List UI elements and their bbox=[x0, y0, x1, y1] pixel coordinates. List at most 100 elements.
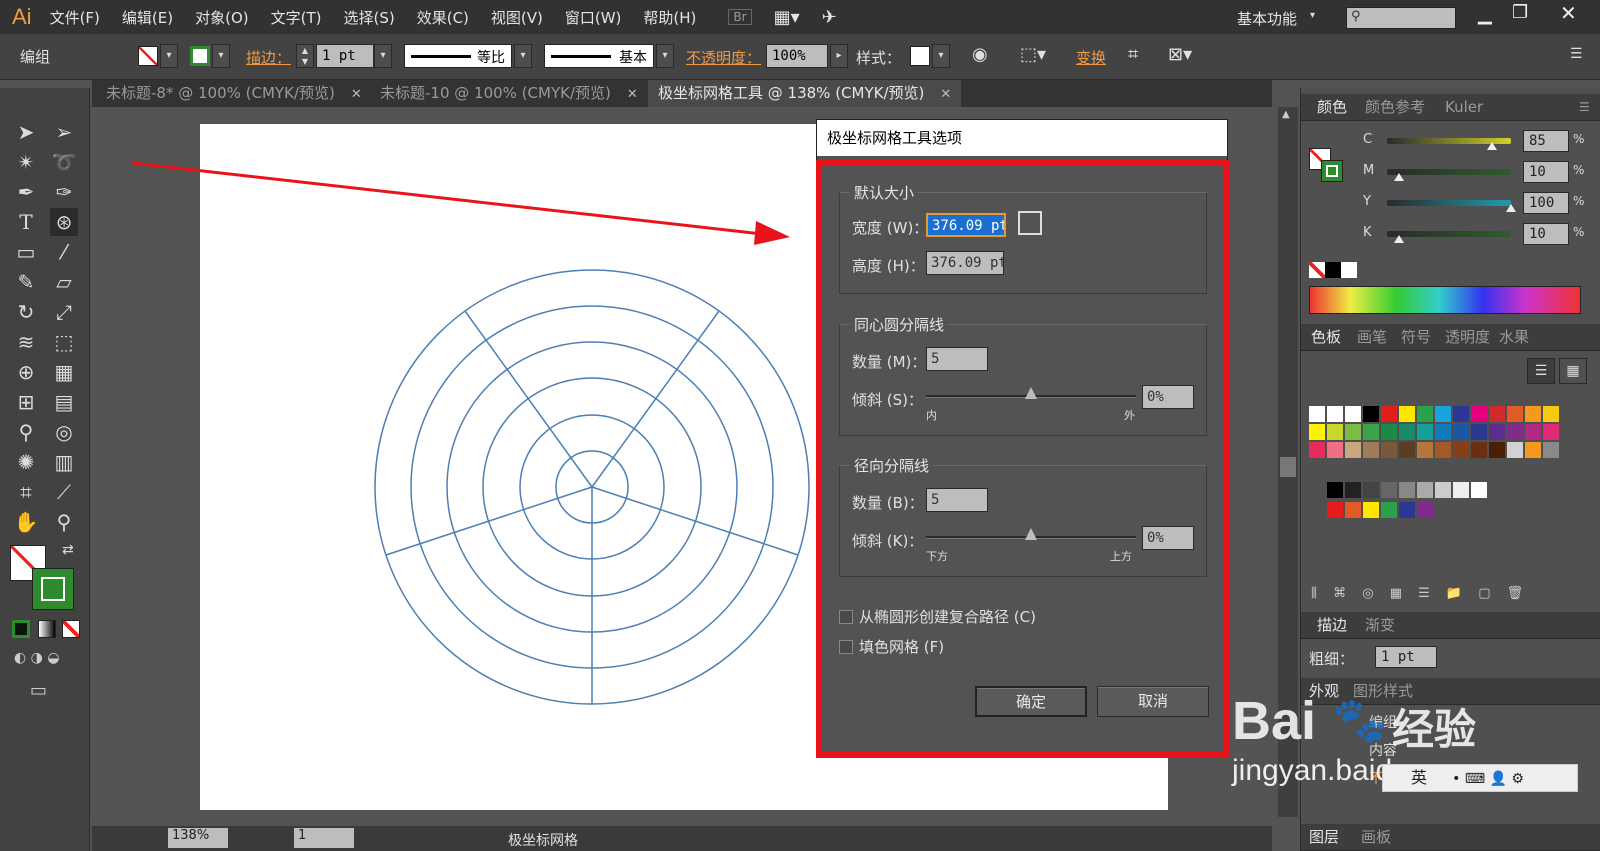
restore-icon[interactable]: ❐ bbox=[1512, 2, 1528, 23]
swatch[interactable] bbox=[1399, 442, 1415, 458]
swatch[interactable] bbox=[1435, 442, 1451, 458]
swatch[interactable] bbox=[1417, 424, 1433, 440]
swatch[interactable] bbox=[1381, 482, 1397, 498]
tab-appearance[interactable]: 外观 bbox=[1309, 678, 1339, 704]
swatch[interactable] bbox=[1453, 482, 1469, 498]
swatch[interactable] bbox=[1309, 442, 1325, 458]
tab-artboards[interactable]: 画板 bbox=[1361, 824, 1391, 850]
tab-symbols[interactable]: 符号 bbox=[1401, 324, 1431, 350]
swatch[interactable] bbox=[1327, 482, 1343, 498]
panel-menu-icon[interactable]: ☰ bbox=[1579, 94, 1590, 120]
swatch[interactable] bbox=[1489, 424, 1505, 440]
channel-thumb[interactable] bbox=[1487, 142, 1498, 150]
swatch[interactable] bbox=[1363, 406, 1379, 422]
close-icon[interactable]: ✕ bbox=[1560, 1, 1577, 25]
none-white-black-swatches[interactable] bbox=[1309, 262, 1357, 278]
swatch[interactable] bbox=[1507, 406, 1523, 422]
swatch[interactable] bbox=[1417, 442, 1433, 458]
stroke-weight-panel-field[interactable]: 1 pt bbox=[1375, 646, 1437, 668]
color-stroke-indicator[interactable] bbox=[1321, 160, 1343, 182]
channel-slider[interactable] bbox=[1387, 169, 1511, 175]
artboard-number-field[interactable]: 1 bbox=[294, 828, 354, 848]
swatch[interactable] bbox=[1453, 442, 1469, 458]
swatch[interactable] bbox=[1363, 442, 1379, 458]
swatch[interactable] bbox=[1399, 424, 1415, 440]
tab-color-guide[interactable]: 颜色参考 bbox=[1365, 94, 1425, 120]
swatch[interactable] bbox=[1543, 424, 1559, 440]
swatch[interactable] bbox=[1327, 442, 1343, 458]
swatch[interactable] bbox=[1543, 406, 1559, 422]
channel-value[interactable]: 85 bbox=[1523, 130, 1569, 152]
tab-swatches[interactable]: 色板 bbox=[1311, 324, 1341, 350]
swatch[interactable] bbox=[1525, 442, 1541, 458]
swatch[interactable] bbox=[1435, 482, 1451, 498]
channel-thumb[interactable] bbox=[1394, 173, 1405, 181]
tab-gradient[interactable]: 渐变 bbox=[1365, 612, 1395, 638]
swatch[interactable] bbox=[1345, 424, 1361, 440]
swatch[interactable] bbox=[1381, 424, 1397, 440]
list-view-icon[interactable]: ☰ bbox=[1527, 358, 1555, 384]
swatch[interactable] bbox=[1363, 482, 1379, 498]
swatch[interactable] bbox=[1399, 482, 1415, 498]
swatch[interactable] bbox=[1471, 482, 1487, 498]
swatch[interactable] bbox=[1399, 502, 1415, 518]
swatch[interactable] bbox=[1525, 406, 1541, 422]
help-search-input[interactable]: ⚲ bbox=[1346, 7, 1456, 29]
swatch[interactable] bbox=[1309, 424, 1325, 440]
tab-color[interactable]: 颜色 bbox=[1317, 94, 1347, 120]
swatch[interactable] bbox=[1327, 406, 1343, 422]
swatch[interactable] bbox=[1399, 406, 1415, 422]
scroll-up-icon[interactable]: ▲ bbox=[1282, 109, 1290, 120]
dialog-title[interactable]: 极坐标网格工具选项 bbox=[817, 120, 1227, 156]
swatch[interactable] bbox=[1471, 442, 1487, 458]
zoom-field[interactable]: 138% bbox=[168, 828, 228, 848]
swatch[interactable] bbox=[1417, 406, 1433, 422]
tab-stroke[interactable]: 描边 bbox=[1317, 612, 1347, 638]
swatch[interactable] bbox=[1345, 482, 1361, 498]
channel-thumb[interactable] bbox=[1506, 204, 1516, 212]
minimize-icon[interactable]: ▁ bbox=[1478, 4, 1492, 25]
color-spectrum-bar[interactable] bbox=[1309, 286, 1581, 314]
swatch[interactable] bbox=[1381, 502, 1397, 518]
swatch[interactable] bbox=[1489, 406, 1505, 422]
tab-fruit[interactable]: 水果 bbox=[1499, 324, 1529, 350]
tab-brushes[interactable]: 画笔 bbox=[1357, 324, 1387, 350]
swatch[interactable] bbox=[1435, 424, 1451, 440]
swatch[interactable] bbox=[1309, 406, 1325, 422]
swatch[interactable] bbox=[1489, 442, 1505, 458]
tab-transparency[interactable]: 透明度 bbox=[1445, 324, 1490, 350]
tab-layers[interactable]: 图层 bbox=[1309, 824, 1339, 850]
channel-value[interactable]: 10 bbox=[1523, 161, 1569, 183]
swatch[interactable] bbox=[1327, 502, 1343, 518]
swatch-grid[interactable] bbox=[1309, 406, 1579, 606]
swatch[interactable] bbox=[1363, 502, 1379, 518]
swatch[interactable] bbox=[1345, 442, 1361, 458]
channel-thumb[interactable] bbox=[1394, 235, 1405, 243]
tab-graphic-styles[interactable]: 图形样式 bbox=[1353, 678, 1413, 704]
swatch[interactable] bbox=[1525, 424, 1541, 440]
channel-slider[interactable] bbox=[1387, 200, 1511, 206]
swatch[interactable] bbox=[1507, 442, 1523, 458]
swatch[interactable] bbox=[1417, 482, 1433, 498]
swatch[interactable] bbox=[1543, 442, 1559, 458]
channel-slider[interactable] bbox=[1387, 231, 1511, 237]
swatch[interactable] bbox=[1471, 424, 1487, 440]
swatch[interactable] bbox=[1435, 406, 1451, 422]
swatch[interactable] bbox=[1453, 424, 1469, 440]
thumbnail-view-icon[interactable]: ▦ bbox=[1559, 358, 1587, 384]
channel-value[interactable]: 100 bbox=[1523, 192, 1569, 214]
swatch[interactable] bbox=[1381, 406, 1397, 422]
swatch[interactable] bbox=[1345, 406, 1361, 422]
swatch[interactable] bbox=[1471, 406, 1487, 422]
vertical-scrollbar[interactable]: ▲ bbox=[1278, 107, 1298, 817]
channel-value[interactable]: 10 bbox=[1523, 223, 1569, 245]
swatch[interactable] bbox=[1345, 502, 1361, 518]
panel-menu-icon[interactable]: ☰ bbox=[1570, 46, 1583, 62]
tab-kuler[interactable]: Kuler bbox=[1445, 94, 1483, 120]
swatch[interactable] bbox=[1507, 424, 1523, 440]
swatch[interactable] bbox=[1363, 424, 1379, 440]
swatch[interactable] bbox=[1381, 442, 1397, 458]
swatch[interactable] bbox=[1417, 502, 1433, 518]
swatch[interactable] bbox=[1327, 424, 1343, 440]
swatch[interactable] bbox=[1453, 406, 1469, 422]
